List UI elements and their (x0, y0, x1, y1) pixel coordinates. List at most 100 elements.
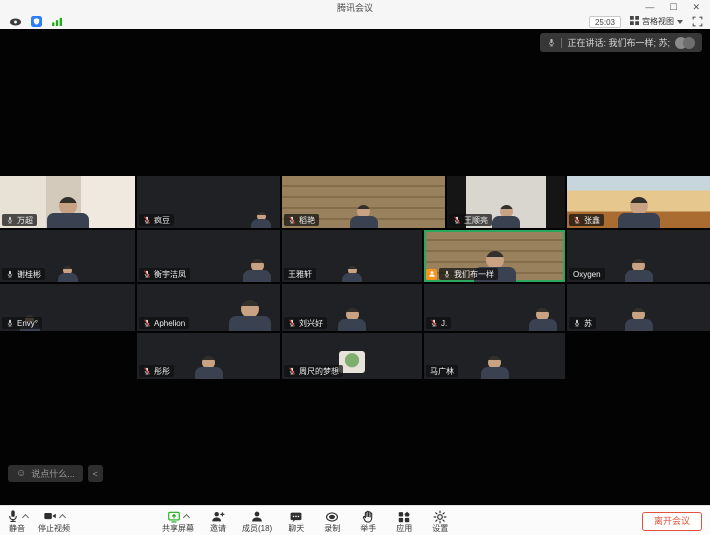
close-button[interactable]: ✕ (692, 0, 700, 14)
toolbar-label: 共享屏幕 (162, 524, 194, 533)
toolbar-button-record[interactable]: 录制 (320, 509, 344, 533)
participant-video-silhouette (350, 205, 378, 228)
participant-tile[interactable]: 王顺亮 (447, 176, 565, 228)
participant-tile[interactable]: Aphelion (137, 284, 280, 331)
participant-name: 王雅轩 (288, 269, 312, 280)
toolbar-button-chat[interactable]: 聊天 (284, 509, 308, 533)
chat-row: ☺ 说点什么... < (8, 465, 103, 482)
participant-tile[interactable]: 衡宇洁凤 (137, 230, 280, 282)
toolbar-button-members[interactable]: 成员(18) (242, 509, 272, 533)
status-icons (0, 16, 64, 27)
participant-name: 张鑫 (584, 215, 600, 226)
leave-meeting-button[interactable]: 离开会议 (642, 512, 702, 531)
chevron-up-icon[interactable] (183, 514, 190, 521)
minimize-button[interactable]: — (645, 0, 654, 14)
toolbar-label: 举手 (360, 524, 376, 533)
bottom-toolbar: 静音 停止视频 共享屏幕 邀请 成员(18) 聊天 录制 举手 应用设置 离开会议 (0, 505, 710, 535)
mic-muted-icon (430, 314, 438, 331)
participant-name: Envy° (17, 319, 38, 328)
participant-name-label: 苏 (569, 317, 596, 329)
participant-name: 稻艳 (299, 215, 315, 226)
participant-tile[interactable]: 彤彤 (137, 333, 280, 379)
mic-muted-icon (288, 362, 296, 379)
toolbar-label: 静音 (9, 524, 25, 533)
chevron-up-icon[interactable] (22, 513, 29, 520)
view-mode-label: 宫格视图 (642, 16, 674, 27)
chat-collapse-button[interactable]: < (88, 465, 103, 482)
participant-tile[interactable]: 万超 (0, 176, 135, 228)
participant-meta: 马广林 (426, 365, 458, 377)
participant-name: 谢桂彬 (17, 269, 41, 280)
participant-name: 彤彤 (154, 366, 170, 377)
emoji-icon[interactable]: ☺ (16, 465, 26, 482)
participant-tile[interactable]: 马广林 (424, 333, 565, 379)
mic-icon (6, 314, 14, 331)
mic-icon (6, 211, 14, 228)
participant-tile[interactable]: Oxygen (567, 230, 710, 282)
meeting-info-icon[interactable] (9, 18, 22, 26)
participant-video-silhouette (529, 308, 557, 331)
participant-video-silhouette (58, 266, 78, 282)
chevron-down-icon (677, 20, 683, 24)
mic-icon (547, 34, 556, 52)
participant-tile[interactable]: 周尺的梦想 (282, 333, 422, 379)
toolbar-label: 邀请 (210, 524, 226, 533)
chat-input[interactable]: ☺ 说点什么... (8, 465, 83, 482)
participant-meta: 苏 (569, 317, 596, 329)
mic-muted-icon (143, 314, 151, 331)
mic-icon (573, 314, 581, 331)
participant-tile[interactable]: J. (424, 284, 565, 331)
toolbar-label: 录制 (324, 524, 340, 533)
participant-video-silhouette (625, 308, 653, 331)
raise-hand-badge (426, 269, 437, 280)
toolbar-label: 聊天 (288, 524, 304, 533)
toolbar-button-camera[interactable]: 停止视频 (38, 509, 70, 533)
toolbar-button-share-screen[interactable]: 共享屏幕 (162, 509, 194, 533)
view-mode-dropdown[interactable]: 宫格视图 (630, 16, 683, 27)
video-stage: 正在讲话: 我们布一样; 苏; 万超疯豆稻艳王顺亮张鑫谢桂彬衡宇洁凤王雅轩我们布… (0, 29, 710, 505)
participant-name: 疯豆 (154, 215, 170, 226)
participant-video-silhouette (251, 212, 271, 228)
participant-tile[interactable]: 谢桂彬 (0, 230, 135, 282)
participant-meta: 万超 (2, 214, 37, 226)
maximize-button[interactable]: ☐ (669, 0, 677, 14)
participant-name-label: 万超 (2, 214, 37, 226)
participant-tile[interactable]: 疯豆 (137, 176, 280, 228)
toolbar-label: 设置 (432, 524, 448, 533)
raise-hand-icon (361, 510, 375, 524)
participant-tile[interactable]: 张鑫 (567, 176, 710, 228)
participant-video-silhouette (342, 266, 362, 282)
participant-video-silhouette (195, 356, 223, 379)
toolbar-center-group: 共享屏幕 邀请 成员(18) 聊天 录制 举手 应用设置 (162, 506, 452, 535)
title-bar: 腾讯会议 — ☐ ✕ (0, 0, 710, 14)
participant-grid: 万超 疯豆 稻艳 王顺亮张鑫谢桂彬 衡宇洁凤王雅轩 我们布一样 Oxygen Envy° Aph… (0, 29, 710, 505)
participant-tile[interactable]: Envy° (0, 284, 135, 331)
participant-video-silhouette (47, 197, 89, 228)
participant-tile[interactable]: 刘兴好 (282, 284, 422, 331)
participant-tile[interactable]: 王雅轩 (282, 230, 422, 282)
participant-meta: 周尺的梦想 (284, 365, 343, 377)
participant-tile[interactable]: 稻艳 (282, 176, 445, 228)
network-signal-icon[interactable] (51, 17, 64, 26)
grid-view-icon (630, 16, 639, 27)
participant-tile[interactable]: 苏 (567, 284, 710, 331)
toolbar-button-raise-hand[interactable]: 举手 (356, 509, 380, 533)
participant-tile[interactable]: 我们布一样 (424, 230, 565, 282)
participant-name: 我们布一样 (454, 269, 494, 280)
participant-name-label: J. (426, 317, 451, 329)
participant-video-silhouette (338, 308, 366, 331)
fullscreen-icon[interactable] (692, 16, 703, 27)
leave-wrap: 离开会议 (642, 511, 710, 531)
participant-meta: 疯豆 (139, 214, 174, 226)
share-screen-icon (167, 510, 181, 524)
chevron-up-icon[interactable] (59, 513, 66, 520)
toolbar-button-settings[interactable]: 设置 (428, 509, 452, 533)
security-shield-icon[interactable] (31, 16, 42, 27)
participant-video-silhouette (229, 300, 271, 331)
toolbar-button-mic[interactable]: 静音 (5, 509, 29, 533)
divider (561, 38, 562, 48)
window-controls: — ☐ ✕ (645, 0, 710, 14)
toolbar-button-invite[interactable]: 邀请 (206, 509, 230, 533)
participant-name-label: Aphelion (139, 317, 189, 329)
toolbar-button-apps[interactable]: 应用 (392, 509, 416, 533)
